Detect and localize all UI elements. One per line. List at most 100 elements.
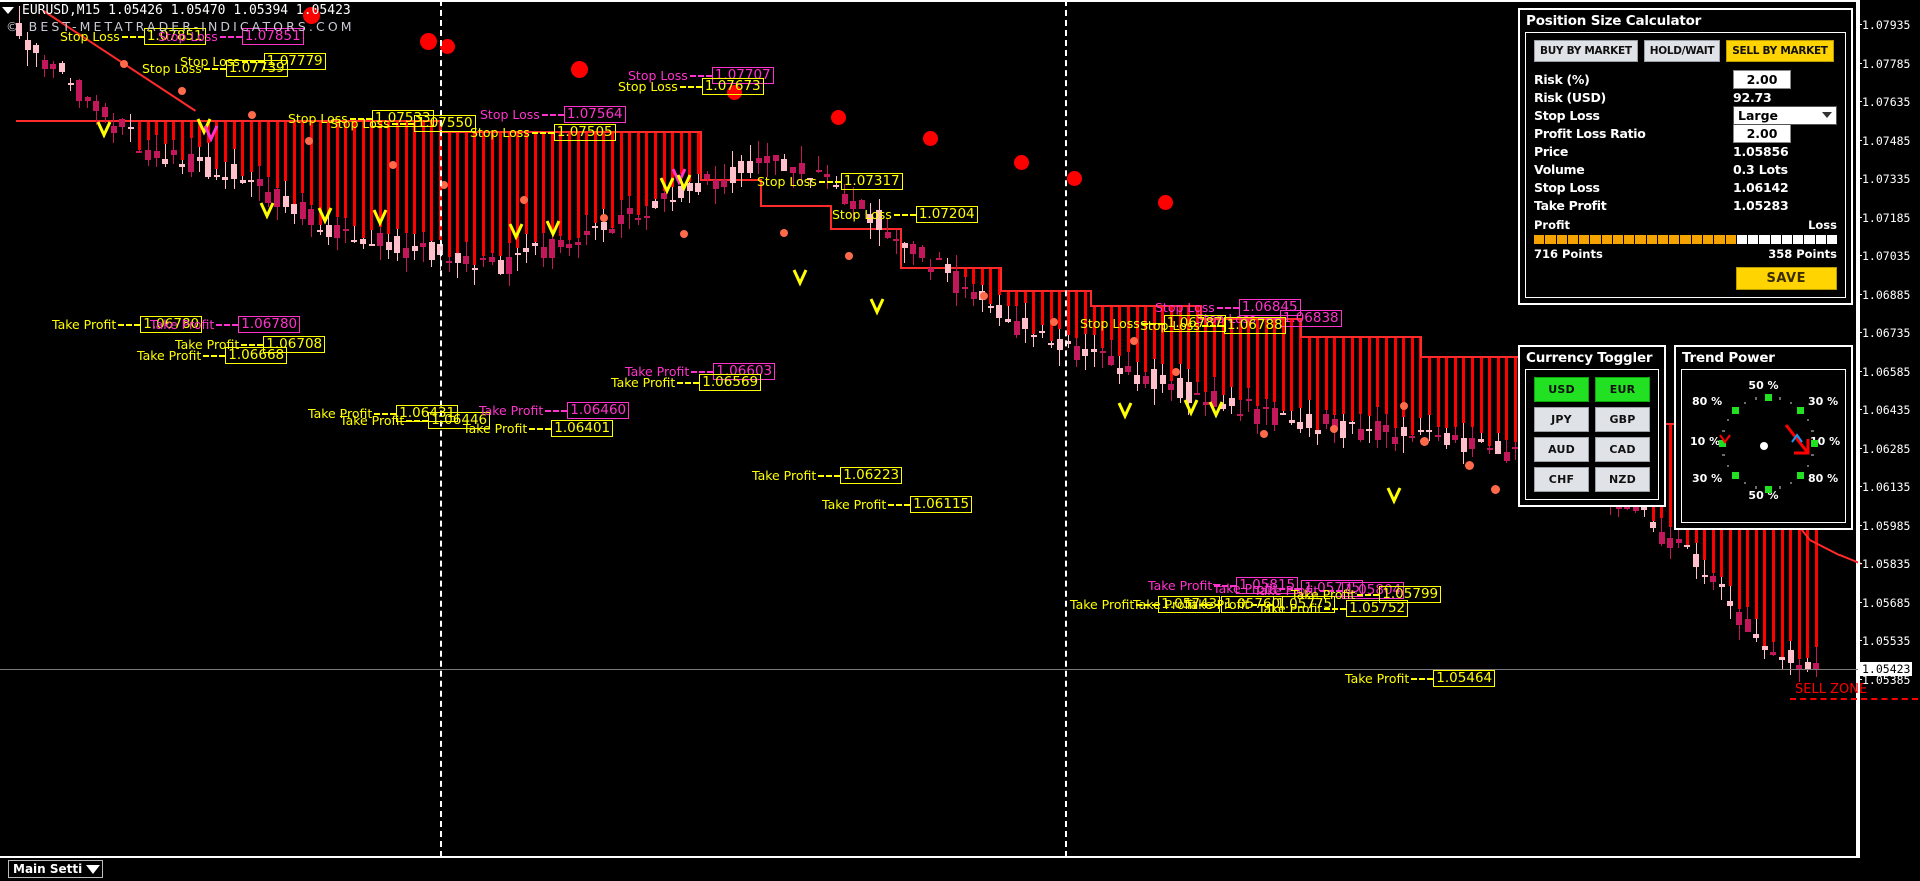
trend-histogram-bar bbox=[1135, 305, 1139, 362]
sell-arrow-icon bbox=[792, 269, 808, 287]
tag-leader-line bbox=[1411, 677, 1434, 680]
psc-row-label: Take Profit bbox=[1534, 197, 1607, 213]
meter-segment bbox=[1804, 235, 1815, 244]
currency-button-cad[interactable]: CAD bbox=[1595, 437, 1650, 462]
candle-body bbox=[24, 39, 31, 51]
candle-body bbox=[583, 230, 590, 235]
trend-histogram-bar bbox=[1040, 289, 1044, 326]
meter-segment bbox=[1601, 235, 1612, 244]
save-button[interactable]: SAVE bbox=[1735, 267, 1837, 290]
tag-label: Take Profit bbox=[479, 403, 544, 418]
candle-body bbox=[575, 242, 581, 246]
trend-band-step bbox=[1000, 266, 1002, 290]
chevron-down-icon[interactable] bbox=[1822, 112, 1832, 118]
candle-body bbox=[1710, 576, 1717, 583]
candle-body bbox=[592, 226, 599, 229]
parabolic-sar-dot bbox=[923, 131, 938, 146]
candle-body bbox=[170, 150, 177, 156]
currency-button-gbp[interactable]: GBP bbox=[1595, 407, 1650, 432]
psc-buy-by-market-button[interactable]: BUY BY MARKET bbox=[1534, 40, 1638, 62]
select-value: Large bbox=[1738, 107, 1778, 123]
chevron-down-icon[interactable] bbox=[86, 864, 101, 874]
trend-histogram-bar bbox=[533, 130, 537, 242]
parabolic-sar-dot bbox=[440, 39, 455, 54]
trend-histogram-bar bbox=[1367, 335, 1371, 417]
candle-body bbox=[1486, 448, 1493, 450]
candle-body bbox=[179, 164, 186, 168]
currency-button-jpy[interactable]: JPY bbox=[1534, 407, 1589, 432]
currency-button-eur[interactable]: EUR bbox=[1595, 377, 1650, 402]
currency-button-usd[interactable]: USD bbox=[1534, 377, 1589, 402]
currency-toggler-body: USD EUR JPY GBP AUD CAD CHF NZD bbox=[1525, 369, 1659, 500]
currency-button-aud[interactable]: AUD bbox=[1534, 437, 1589, 462]
tag-leader-line bbox=[691, 370, 714, 373]
price-axis-tick: 1.05535 bbox=[1857, 634, 1911, 648]
candle-body bbox=[1125, 366, 1132, 373]
currency-button-nzd[interactable]: NZD bbox=[1595, 467, 1650, 492]
candle-body bbox=[944, 264, 951, 273]
meter-segment bbox=[1680, 235, 1691, 244]
stop-loss-size-select[interactable]: Large bbox=[1733, 105, 1837, 125]
price-axis[interactable]: 1.07935 1.07785 1.07635 1.07485 1.07335 1.071… bbox=[1857, 0, 1920, 881]
candle-body bbox=[1039, 331, 1046, 334]
candle-body bbox=[1460, 437, 1467, 452]
trend-histogram-bar bbox=[1445, 356, 1449, 429]
parabolic-sar-dot bbox=[120, 60, 128, 68]
meter-segment bbox=[1714, 235, 1725, 244]
trend-histogram-bar bbox=[1058, 289, 1062, 329]
psc-row-value: 1.05856 bbox=[1733, 143, 1789, 159]
chart-dropdown-icon[interactable] bbox=[2, 6, 14, 14]
currency-toggler-panel[interactable]: Currency Toggler USD EUR JPY GBP AUD CAD CHF NZ… bbox=[1518, 345, 1666, 507]
trend-histogram-bar bbox=[137, 120, 141, 150]
candle-body bbox=[712, 180, 719, 190]
trend-histogram-bar bbox=[189, 120, 193, 139]
psc-sell-by-market-button[interactable]: SELL BY MARKET bbox=[1726, 40, 1834, 62]
candle-body bbox=[1400, 427, 1407, 437]
trend-power-gauge: 50 % 80 % 30 % 10 % 10 % 30 % 80 % 50 % bbox=[1690, 377, 1840, 515]
parabolic-sar-dot bbox=[1014, 155, 1029, 170]
chart-canvas[interactable]: EURUSD,M15 1.05426 1.05470 1.05394 1.054… bbox=[0, 0, 1920, 881]
parabolic-sar-dot bbox=[980, 292, 988, 300]
trend-histogram-bar bbox=[473, 130, 477, 266]
current-price-badge: 1.05423 bbox=[1860, 661, 1913, 676]
candle-wick bbox=[1798, 659, 1800, 682]
candle-body bbox=[282, 196, 289, 207]
candle-body bbox=[342, 228, 349, 231]
meter-segment bbox=[1815, 235, 1826, 244]
candle-body bbox=[1091, 348, 1097, 352]
candle-body bbox=[1753, 634, 1760, 638]
price-axis-tick: 1.05985 bbox=[1857, 518, 1911, 533]
psc-profit-loss-ratio-input[interactable]: 2.00 bbox=[1733, 123, 1791, 143]
currency-button-chf[interactable]: CHF bbox=[1534, 467, 1589, 492]
trend-histogram-bar bbox=[413, 120, 417, 234]
trend-histogram-bar bbox=[576, 130, 580, 239]
parabolic-sar-dot bbox=[1158, 195, 1173, 210]
psc-row: Price 1.05856 bbox=[1534, 142, 1837, 160]
position-size-calculator-panel[interactable]: Position Size Calculator BUY BY MARKET HO… bbox=[1518, 8, 1853, 305]
trend-power-panel[interactable]: Trend Power 50 % 80 % 30 % 10 % 10 % 30 % 80 %… bbox=[1674, 345, 1853, 530]
psc-risk--input[interactable]: 2.00 bbox=[1733, 69, 1791, 89]
take-profit-tag: Take Profit 1.06460 bbox=[479, 402, 630, 419]
psc-profit-loss-meter bbox=[1534, 235, 1838, 244]
candle-body bbox=[1237, 413, 1244, 416]
sell-arrow-icon bbox=[869, 298, 885, 316]
trend-histogram-bar bbox=[1006, 289, 1010, 306]
main-settings-button[interactable]: Main Setti bbox=[8, 860, 104, 878]
tag-leader-line bbox=[689, 74, 712, 77]
parabolic-sar-dot bbox=[780, 229, 788, 237]
candle-body bbox=[523, 248, 530, 253]
psc-hold-wait-button[interactable]: HOLD/WAIT bbox=[1643, 40, 1721, 62]
trend-histogram-bar bbox=[258, 120, 262, 167]
trend-histogram-bar bbox=[636, 130, 640, 215]
candle-body bbox=[1134, 374, 1140, 385]
parabolic-sar-dot bbox=[389, 161, 397, 169]
candle-body bbox=[1804, 662, 1811, 669]
trend-histogram-bar bbox=[344, 120, 348, 218]
main-settings-label: Main Setti bbox=[13, 862, 83, 876]
tag-leader-line bbox=[121, 35, 144, 38]
candle-body bbox=[1443, 432, 1450, 445]
candle-body bbox=[1297, 422, 1304, 429]
candle-body bbox=[815, 169, 822, 172]
candle-body bbox=[643, 216, 650, 219]
tag-price-value: 1.07673 bbox=[701, 78, 764, 95]
